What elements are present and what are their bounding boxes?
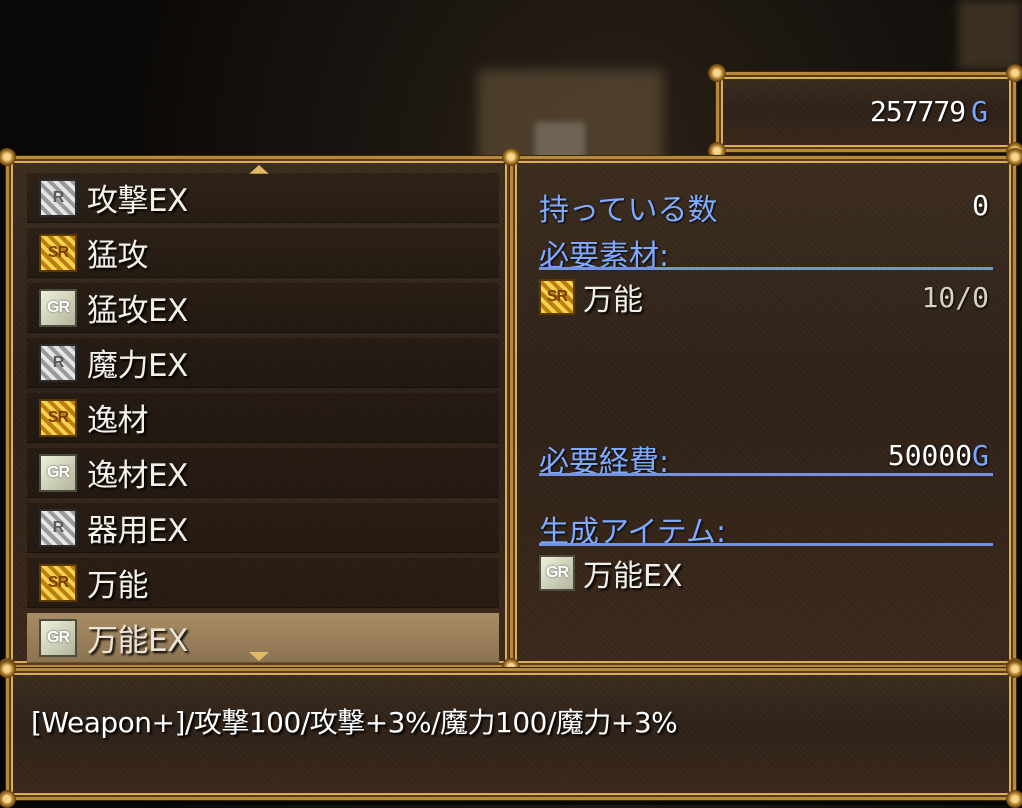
material-entry: SR 万能 [539,275,643,319]
rank-badge-icon: GR [39,288,77,327]
material-name: 万能 [583,283,643,318]
result-entry: GR 万能EX [539,551,683,595]
corner-ornament [1006,64,1022,82]
item-list-window: R 攻撃EX SR 猛攻 GR 猛攻EX R 魔力EX SR 逸材 GR 逸材E… [0,148,520,676]
cost-value: 50000G [888,439,989,472]
list-item[interactable]: R 器用EX [27,503,499,553]
scroll-down-icon[interactable] [249,652,269,661]
detail-window: 持っている数 0 必要素材: SR 万能 10/0 必要経費: 50000G 生… [502,148,1022,676]
item-name: 魔力EX [87,348,188,384]
list-item[interactable]: R 魔力EX [27,338,499,388]
cost-amount: 50000 [887,439,973,472]
rank-badge-icon: SR [39,398,77,437]
gold-unit: G [971,95,988,128]
owned-count-value: 0 [972,189,989,222]
corner-ornament [1006,660,1022,678]
corner-ornament [0,660,16,678]
item-name: 逸材EX [87,458,188,494]
rank-badge-icon: GR [39,453,77,492]
gold-window: 257779 G [708,64,1022,160]
rank-badge-icon: R [39,178,77,217]
rank-badge-icon: GR [39,618,77,657]
gold-amount: 257779 G [869,95,988,128]
materials-underline [539,267,993,270]
help-window: [Weapon+]/攻撃100/攻撃+3%/魔力100/魔力+3% [0,660,1022,808]
item-name: 逸材 [87,403,149,439]
item-name: 猛攻 [87,238,149,274]
item-name: 万能 [87,568,149,604]
corner-ornament [0,790,16,808]
help-text: [Weapon+]/攻撃100/攻撃+3%/魔力100/魔力+3% [31,706,678,739]
corner-ornament [502,148,520,166]
material-count: 10/0 [921,281,989,314]
list-item[interactable]: R 攻撃EX [27,173,499,223]
item-name: 万能EX [87,623,188,659]
background-blur [958,0,1022,70]
corner-ornament [1006,790,1022,808]
corner-ornament [1006,148,1022,166]
item-name: 器用EX [87,513,188,549]
cost-underline [539,473,993,476]
rank-badge-icon: R [39,508,77,547]
item-name: 猛攻EX [87,293,188,329]
list-item[interactable]: SR 逸材 [27,393,499,443]
owned-count-label: 持っている数 [539,193,718,228]
rank-badge-icon: SR [539,279,575,315]
list-item[interactable]: SR 猛攻 [27,228,499,278]
list-item[interactable]: GR 猛攻EX [27,283,499,333]
result-underline [539,543,993,546]
rank-badge-icon: GR [539,555,575,591]
result-name: 万能EX [583,559,683,594]
rank-badge-icon: SR [39,233,77,272]
list-item[interactable]: GR 逸材EX [27,448,499,498]
rank-badge-icon: SR [39,563,77,602]
corner-ornament [708,64,726,82]
corner-ornament [0,148,16,166]
list-item[interactable]: SR 万能 [27,558,499,608]
item-name: 攻撃EX [87,183,188,219]
rank-badge-icon: R [39,343,77,382]
gold-value: 257779 [869,95,966,128]
cost-unit: G [972,439,989,472]
